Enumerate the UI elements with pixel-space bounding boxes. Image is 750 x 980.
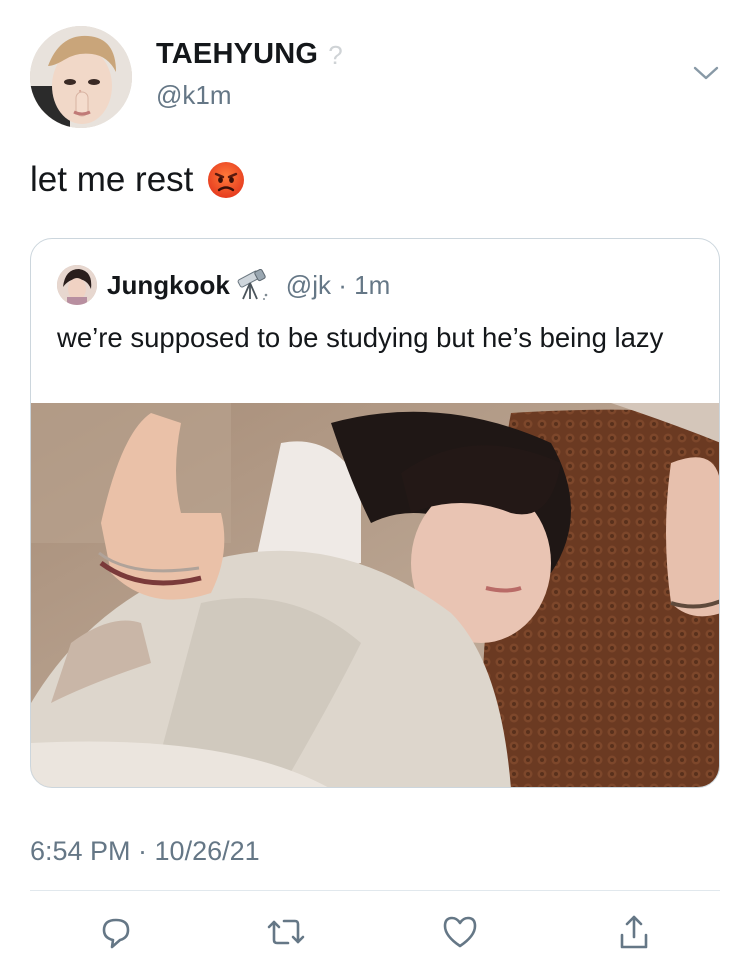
meta-separator: · <box>338 269 347 300</box>
like-button[interactable] <box>438 910 482 954</box>
actions-divider <box>30 890 720 891</box>
action-bar <box>0 910 750 960</box>
reply-icon <box>102 918 130 949</box>
telescope-icon <box>237 269 268 300</box>
angry-face-icon <box>208 162 245 198</box>
author-display-name[interactable]: TAEHYUNG <box>156 38 318 71</box>
quoted-tweet-photo[interactable] <box>31 403 719 787</box>
quoted-tweet-text: we’re supposed to be studying but he’s b… <box>57 322 664 353</box>
tweet-header: TAEHYUNG ? @k1m <box>30 26 730 130</box>
share-icon <box>620 915 648 949</box>
quoted-author-display-name[interactable]: Jungkook <box>107 270 230 301</box>
retweet-icon <box>267 919 305 945</box>
share-button[interactable] <box>612 910 656 954</box>
author-handle[interactable]: @k1m <box>156 80 232 111</box>
chevron-down-icon[interactable] <box>692 64 720 82</box>
retweet-button[interactable] <box>264 910 308 954</box>
quoted-author-avatar[interactable] <box>57 265 97 305</box>
tweet-timestamp[interactable]: 6:54 PM · 10/26/21 <box>30 836 260 867</box>
quoted-author-handle[interactable]: @jk <box>286 270 331 300</box>
author-badge: ? <box>328 39 343 70</box>
quoted-tweet-card[interactable]: Jungkook @jk · 1m we’re supposed to be s… <box>30 238 720 788</box>
tweet-body: let me rest <box>30 160 245 200</box>
author-avatar[interactable] <box>30 26 132 128</box>
reply-button[interactable] <box>94 910 138 954</box>
tweet-text: let me rest <box>30 160 194 199</box>
heart-icon <box>443 916 477 948</box>
quoted-tweet-time: 1m <box>354 269 391 300</box>
